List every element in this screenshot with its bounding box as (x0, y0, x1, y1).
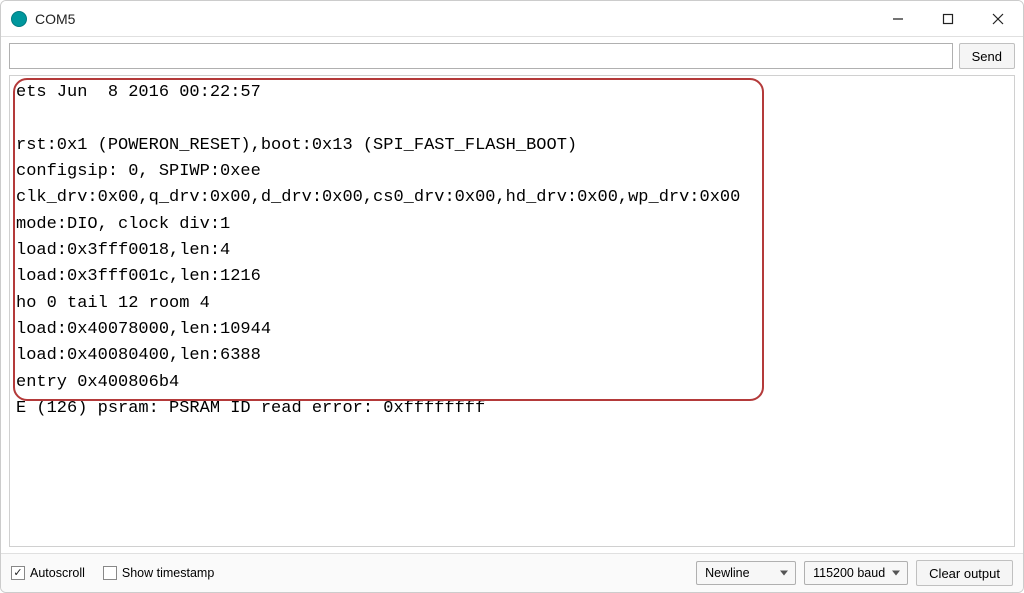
serial-monitor-window: COM5 Send ets Jun 8 2016 00:22:57 rst:0x… (0, 0, 1024, 593)
send-button[interactable]: Send (959, 43, 1015, 69)
close-button[interactable] (973, 1, 1023, 37)
serial-output[interactable]: ets Jun 8 2016 00:22:57 rst:0x1 (POWERON… (9, 75, 1015, 547)
serial-output-text: ets Jun 8 2016 00:22:57 rst:0x1 (POWERON… (16, 83, 740, 418)
clear-output-button[interactable]: Clear output (916, 560, 1013, 586)
send-bar: Send (1, 37, 1023, 75)
checkbox-icon (11, 566, 25, 580)
checkbox-icon (103, 566, 117, 580)
minimize-button[interactable] (873, 1, 923, 37)
line-ending-select[interactable]: Newline (696, 561, 796, 585)
titlebar: COM5 (1, 1, 1023, 37)
timestamp-checkbox[interactable]: Show timestamp (103, 566, 214, 580)
arduino-icon (11, 11, 27, 27)
serial-input[interactable] (9, 43, 953, 69)
footer-bar: Autoscroll Show timestamp Newline 115200… (1, 553, 1023, 592)
baud-value: 115200 baud (813, 566, 885, 580)
window-title: COM5 (35, 11, 75, 27)
autoscroll-checkbox[interactable]: Autoscroll (11, 566, 85, 580)
line-ending-value: Newline (705, 566, 749, 580)
autoscroll-label: Autoscroll (30, 566, 85, 580)
baud-select[interactable]: 115200 baud (804, 561, 908, 585)
timestamp-label: Show timestamp (122, 566, 214, 580)
maximize-button[interactable] (923, 1, 973, 37)
